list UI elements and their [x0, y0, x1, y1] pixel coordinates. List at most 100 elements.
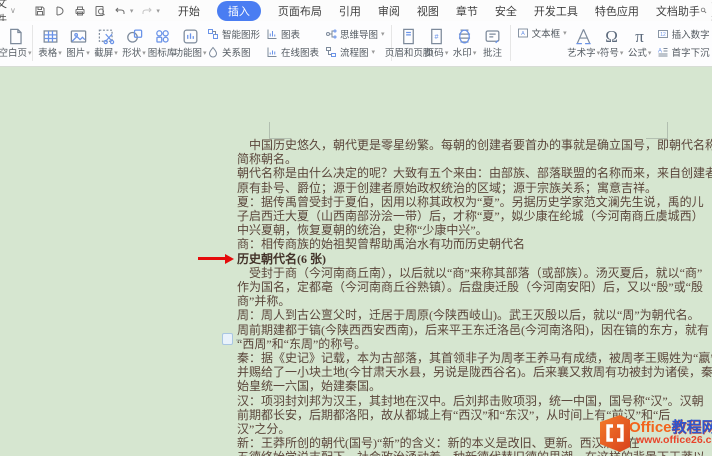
- document-line: 周前期建都于镐(今陕西西安西南)，后来平王东迁洛邑(今河南洛阳)，因在镐的东方，…: [237, 323, 705, 337]
- tab-home[interactable]: 开始: [178, 3, 200, 19]
- svg-text:12: 12: [660, 32, 666, 38]
- ribbon-table[interactable]: 表格: [36, 27, 64, 59]
- object-anchor-icon[interactable]: [222, 333, 233, 345]
- tab-security[interactable]: 安全: [495, 3, 517, 19]
- blank-page-icon: [5, 27, 25, 47]
- shapes-icon: [124, 27, 144, 47]
- tab-section[interactable]: 章节: [456, 3, 478, 19]
- svg-text:#: #: [435, 33, 439, 41]
- formula-pi-icon: π: [630, 27, 650, 47]
- ribbon-text-box[interactable]: A 文本框: [517, 26, 567, 40]
- customize-toolbar-caret[interactable]: ▾: [156, 7, 160, 15]
- tab-insert[interactable]: 插入: [217, 1, 261, 21]
- icon-library-icon: [152, 27, 172, 47]
- page-corner-mark-left: [269, 122, 291, 139]
- print-icon[interactable]: [74, 4, 87, 17]
- print-preview-icon[interactable]: [94, 4, 107, 17]
- ribbon-word-art[interactable]: 艺术字: [570, 27, 598, 59]
- function-chart-icon: [180, 27, 200, 47]
- watermark-logo: Office教程网 www.office26.com: [596, 410, 712, 456]
- document-line: 周：周人到古公亶父时，迁居于周原(今陕西岐山)。武王灭殷以后，就以“周”为朝代名…: [237, 308, 705, 322]
- page-number-icon: #: [427, 27, 447, 47]
- undo-icon[interactable]: [114, 4, 127, 17]
- tab-document-assistant[interactable]: 文档助手: [656, 3, 700, 19]
- save-icon[interactable]: [34, 4, 47, 17]
- document-line: 汉：项羽封刘邦为汉王，其封地在汉中。后刘邦击败项羽，统一中国，国号称“汉”。汉朝: [237, 394, 705, 408]
- menu-tabs: 开始 插入 页面布局 引用 审阅 视图 章节 安全 开发工具 特色应用 文档助手: [178, 1, 700, 21]
- ribbon-insert-number[interactable]: 12 插入数字: [657, 27, 710, 41]
- page-corner-mark-right: [646, 122, 668, 139]
- ribbon-header-footer[interactable]: 页眉和页脚: [395, 27, 423, 59]
- relation-diagram-icon: [207, 46, 219, 58]
- comment-icon: [483, 27, 503, 47]
- document-line: 夏：据传禹曾受封于夏伯，因用以称其政权为“夏”。另据历史学家范文澜先生说，禹的儿: [237, 195, 705, 209]
- document-line: 作为国名，定都亳（今河南商丘谷熟镇）。后盘庚迁殷（今河南安阳）后，又以“殷”或“…: [237, 280, 705, 294]
- titlebar: 文件 ∨ ▾ ▾ 开始 插入 页面布局 引用 审阅 视图 章节 安全: [0, 0, 712, 21]
- watermark-url: www.office26.com: [636, 434, 712, 446]
- undo-dropdown-caret[interactable]: ▾: [130, 7, 134, 15]
- ribbon-textbox-column: A 文本框: [514, 21, 570, 65]
- smart-graphics-icon: [207, 28, 219, 40]
- ribbon-mind-map[interactable]: 思维导图: [325, 27, 385, 41]
- red-arrow-annotation: [198, 257, 225, 260]
- tab-view[interactable]: 视图: [417, 3, 439, 19]
- ribbon-comment[interactable]: 批注: [479, 27, 507, 59]
- search-icon: [700, 5, 707, 16]
- ribbon-insert: 空白页 表格 图片 截屏 形状 图标库 功能图: [0, 21, 712, 67]
- ribbon-icon-library[interactable]: 图标库: [148, 27, 176, 59]
- ribbon-chart-column: 图表 在线图表: [263, 27, 322, 59]
- ribbon-watermark[interactable]: 水印: [451, 27, 479, 59]
- document-line: 并赐给了一小块土地(今甘肃天水县，另说是陇西谷名)。后来襄又救周有功被封为诸侯，…: [237, 365, 705, 379]
- word-art-icon: [574, 27, 594, 47]
- symbol-omega-icon: Ω: [602, 27, 622, 47]
- document-line: 商：相传商族的始祖契曾帮助禹治水有功而历史朝代名: [237, 237, 705, 251]
- divider: [510, 25, 511, 61]
- online-chart-icon: [266, 46, 278, 58]
- header-footer-icon: [399, 27, 419, 47]
- divider: [32, 25, 33, 61]
- ribbon-page-number[interactable]: # 页码: [423, 27, 451, 59]
- ribbon-relation-diagram[interactable]: 关系图: [207, 45, 260, 59]
- redo-icon[interactable]: [140, 4, 153, 17]
- document-canvas[interactable]: 中国历史悠久，朝代更是零星纷繁。每朝的创建者要首办的事就是确立国号，即朝代名称，…: [0, 68, 712, 456]
- ribbon-blank-page[interactable]: 空白页: [1, 27, 29, 59]
- document-line: 朝代名称是由什么决定的呢？大致有五个来由：由部族、部落联盟的名称而来，来自创建者: [237, 166, 705, 180]
- ribbon-picture[interactable]: 图片: [64, 27, 92, 59]
- document-line: 秦：据《史记》记载，本为古部落，其首领非子为周孝王养马有成绩，被周孝王赐姓为“嬴…: [237, 351, 705, 365]
- document-line: “西周”和“东周”的称号。: [237, 337, 705, 351]
- ribbon-formula[interactable]: π 公式: [626, 27, 654, 59]
- ribbon-screenshot[interactable]: 截屏: [92, 27, 120, 59]
- drop-cap-icon: A: [657, 46, 669, 58]
- ribbon-flowchart[interactable]: 流程图: [325, 45, 385, 59]
- ribbon-online-chart[interactable]: 在线图表: [266, 45, 319, 59]
- document-lines: 中国历史悠久，朝代更是零星纷繁。每朝的创建者要首办的事就是确立国号，即朝代名称，…: [237, 138, 705, 456]
- quick-access-toolbar: ▾ ▾: [30, 4, 164, 17]
- flowchart-icon: [325, 46, 337, 58]
- ribbon-symbol[interactable]: Ω 符号: [598, 27, 626, 59]
- insert-number-icon: 12: [657, 28, 669, 40]
- document-line: 简称朝名。: [237, 152, 705, 166]
- watermark-icon: [455, 27, 475, 47]
- document-line: 历史朝代名(6 张): [237, 252, 705, 266]
- ribbon-shapes[interactable]: 形状: [120, 27, 148, 59]
- ribbon-drop-cap[interactable]: A 首字下沉: [657, 45, 710, 59]
- picture-icon: [68, 27, 88, 47]
- ribbon-chart[interactable]: 图表: [266, 27, 319, 41]
- ribbon-number-column: 12 插入数字 A 首字下沉: [654, 27, 712, 59]
- document-line: 中国历史悠久，朝代更是零星纷繁。每朝的创建者要首办的事就是确立国号，即朝代名称，: [237, 138, 705, 152]
- tab-developer-tools[interactable]: 开发工具: [534, 3, 578, 19]
- ribbon-smart-graphics[interactable]: 智能图形: [207, 27, 260, 41]
- document-line: 始皇统一六国，始建秦国。: [237, 379, 705, 393]
- ribbon-function-chart[interactable]: 功能图: [176, 27, 204, 59]
- screenshot-scissors-icon: [96, 27, 116, 47]
- table-icon: [40, 27, 60, 47]
- tab-references[interactable]: 引用: [339, 3, 361, 19]
- tab-special-apps[interactable]: 特色应用: [595, 3, 639, 19]
- document-line: 子启西迁大夏（山西南部汾浍一带）后，才称“夏”，姒少康在纶城（今河南商丘虞城西）: [237, 209, 705, 223]
- ribbon-diagram-column: 智能图形 关系图: [204, 27, 263, 59]
- tab-page-layout[interactable]: 页面布局: [278, 3, 322, 19]
- tab-review[interactable]: 审阅: [378, 3, 400, 19]
- chevron-down-icon: ∨: [10, 6, 16, 15]
- svg-text:A: A: [521, 31, 525, 37]
- export-icon[interactable]: [54, 4, 67, 17]
